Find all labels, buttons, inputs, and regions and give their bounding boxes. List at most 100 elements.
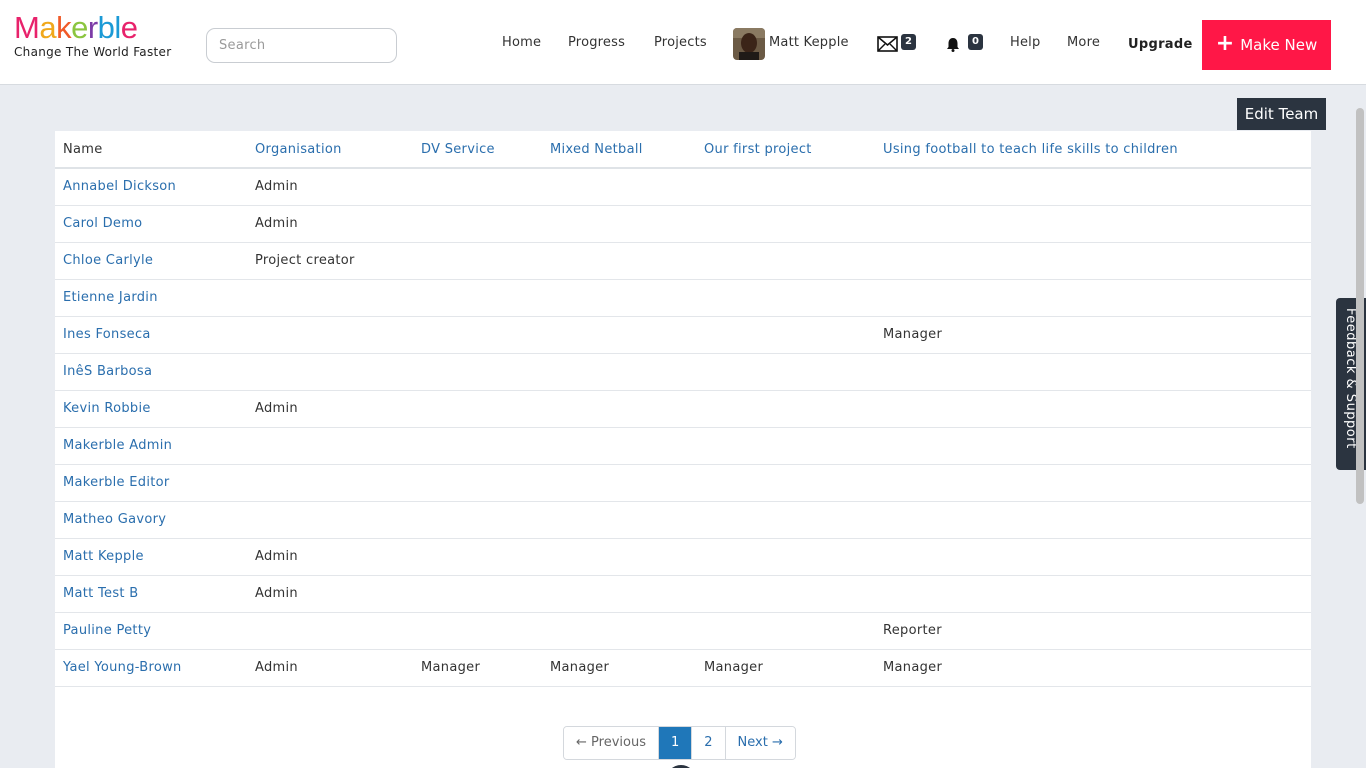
logo-letter: k bbox=[56, 10, 72, 45]
logo-letter: a bbox=[39, 10, 57, 45]
column-header-project[interactable]: Mixed Netball bbox=[542, 131, 696, 168]
role-cell: Admin bbox=[255, 660, 298, 675]
role-cell bbox=[542, 501, 696, 538]
member-name-link[interactable]: Matheo Gavory bbox=[55, 501, 247, 538]
previous-page-button[interactable]: ← Previous bbox=[564, 727, 659, 759]
page-2-button[interactable]: 2 bbox=[692, 727, 726, 759]
make-new-button[interactable]: + Make New bbox=[1202, 20, 1331, 70]
role-cell bbox=[413, 538, 542, 575]
role-cell: Manager bbox=[883, 660, 943, 675]
role-cell bbox=[542, 168, 696, 205]
role-cell bbox=[542, 279, 696, 316]
logo-letter: b bbox=[97, 10, 115, 45]
table-row: Etienne Jardin bbox=[55, 279, 1311, 316]
role-cell: Reporter bbox=[883, 623, 942, 638]
role-cell bbox=[247, 464, 413, 501]
table-row: Yael Young-Brown Admin Manager Manager Manag… bbox=[55, 649, 1311, 686]
nav-more[interactable]: More bbox=[1067, 35, 1100, 50]
edit-team-button[interactable]: Edit Team bbox=[1237, 98, 1326, 130]
table-row: Matt Kepple Admin bbox=[55, 538, 1311, 575]
column-header-project[interactable]: Our first project bbox=[696, 131, 875, 168]
role-cell bbox=[413, 316, 542, 353]
notifications-count-badge: 0 bbox=[968, 34, 983, 50]
table-row: Matheo Gavory bbox=[55, 501, 1311, 538]
role-cell bbox=[413, 501, 542, 538]
role-cell: Admin bbox=[255, 586, 298, 601]
role-cell bbox=[696, 501, 875, 538]
table-row: Carol Demo Admin bbox=[55, 205, 1311, 242]
column-header-project[interactable]: Organisation bbox=[247, 131, 413, 168]
member-name-link[interactable]: Annabel Dickson bbox=[55, 168, 247, 205]
envelope-icon[interactable] bbox=[877, 36, 898, 56]
member-name-link[interactable]: Chloe Carlyle bbox=[55, 242, 247, 279]
user-avatar[interactable] bbox=[733, 28, 765, 60]
nav-user-name[interactable]: Matt Kepple bbox=[769, 35, 849, 50]
logo-letter: r bbox=[87, 10, 98, 45]
messages-count-badge: 2 bbox=[901, 34, 916, 50]
next-page-button[interactable]: Next → bbox=[725, 727, 795, 759]
member-name-link[interactable]: Carol Demo bbox=[55, 205, 247, 242]
top-header: Makerble Change The World Faster Home Pr… bbox=[0, 0, 1366, 85]
table-row: Annabel Dickson Admin bbox=[55, 168, 1311, 205]
role-cell bbox=[542, 242, 696, 279]
role-cell bbox=[247, 501, 413, 538]
member-name-link[interactable]: Makerble Editor bbox=[55, 464, 247, 501]
role-cell bbox=[875, 538, 1311, 575]
role-cell bbox=[696, 427, 875, 464]
upgrade-link[interactable]: Upgrade bbox=[1128, 37, 1193, 52]
nav-home[interactable]: Home bbox=[502, 35, 541, 50]
member-name-link[interactable]: Kevin Robbie bbox=[55, 390, 247, 427]
member-name-link[interactable]: Matt Test B bbox=[55, 575, 247, 612]
member-name-link[interactable]: Matt Kepple bbox=[55, 538, 247, 575]
member-name-link[interactable]: Etienne Jardin bbox=[55, 279, 247, 316]
role-cell bbox=[413, 168, 542, 205]
table-row: Matt Test B Admin bbox=[55, 575, 1311, 612]
role-cell: Manager bbox=[550, 660, 610, 675]
role-cell bbox=[875, 279, 1311, 316]
role-cell bbox=[875, 242, 1311, 279]
vertical-scrollbar[interactable] bbox=[1356, 108, 1364, 504]
team-permissions-table: Name Organisation DV Service Mixed Netball O… bbox=[55, 131, 1311, 687]
role-cell bbox=[875, 205, 1311, 242]
role-cell bbox=[413, 242, 542, 279]
make-new-label: Make New bbox=[1240, 36, 1318, 54]
table-row: Makerble Editor bbox=[55, 464, 1311, 501]
nav-projects[interactable]: Projects bbox=[654, 35, 707, 50]
makerble-logo[interactable]: Makerble Change The World Faster bbox=[14, 10, 171, 60]
table-row: Makerble Admin bbox=[55, 427, 1311, 464]
role-cell bbox=[875, 353, 1311, 390]
member-name-link[interactable]: Pauline Petty bbox=[55, 612, 247, 649]
nav-help[interactable]: Help bbox=[1010, 35, 1040, 50]
member-name-link[interactable]: Yael Young-Brown bbox=[55, 649, 247, 686]
role-cell bbox=[696, 279, 875, 316]
nav-progress[interactable]: Progress bbox=[568, 35, 625, 50]
member-name-link[interactable]: Ines Fonseca bbox=[55, 316, 247, 353]
table-row: InêS Barbosa bbox=[55, 353, 1311, 390]
role-cell bbox=[542, 538, 696, 575]
role-cell bbox=[875, 427, 1311, 464]
column-header-project[interactable]: DV Service bbox=[413, 131, 542, 168]
role-cell bbox=[542, 353, 696, 390]
role-cell bbox=[247, 612, 413, 649]
team-table-card: Name Organisation DV Service Mixed Netball O… bbox=[55, 131, 1311, 768]
member-name-link[interactable]: InêS Barbosa bbox=[55, 353, 247, 390]
page-1-button[interactable]: 1 bbox=[658, 727, 693, 759]
role-cell: Project creator bbox=[255, 253, 355, 268]
role-cell bbox=[696, 538, 875, 575]
role-cell bbox=[542, 464, 696, 501]
pagination: ← Previous 1 2 Next → bbox=[563, 726, 796, 760]
member-name-link[interactable]: Makerble Admin bbox=[55, 427, 247, 464]
bell-icon[interactable] bbox=[946, 37, 960, 56]
role-cell bbox=[413, 464, 542, 501]
role-cell bbox=[247, 279, 413, 316]
role-cell: Admin bbox=[255, 549, 298, 564]
role-cell bbox=[413, 353, 542, 390]
table-row: Chloe Carlyle Project creator bbox=[55, 242, 1311, 279]
role-cell bbox=[696, 612, 875, 649]
role-cell bbox=[247, 353, 413, 390]
role-cell bbox=[696, 353, 875, 390]
role-cell bbox=[542, 205, 696, 242]
search-input[interactable] bbox=[206, 28, 397, 63]
role-cell: Manager bbox=[883, 327, 943, 342]
column-header-project[interactable]: Using football to teach life skills to c… bbox=[875, 131, 1311, 168]
